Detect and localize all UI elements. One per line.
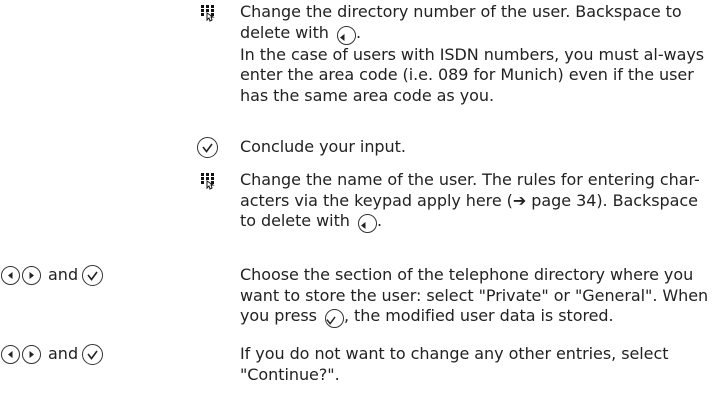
step-text: Change the directory number of the user.…	[240, 2, 710, 106]
check-circle-icon	[324, 309, 344, 328]
arrow-right-circle-icon	[22, 266, 41, 285]
punctuation: .	[355, 22, 361, 42]
step-text-line: Change the directory number of the user.…	[240, 2, 682, 42]
arrow-left-circle-icon	[1, 345, 20, 364]
keypad-icon	[201, 173, 215, 190]
step-text: Change the name of the user. The rules f…	[240, 170, 710, 233]
step-text-line: If you do not want to change any other e…	[240, 344, 669, 384]
step-icons: and	[0, 265, 215, 289]
and-label: and	[48, 265, 79, 284]
arrow-right-circle-icon	[22, 345, 41, 364]
keypad-icon	[201, 5, 215, 22]
check-circle-icon	[197, 137, 218, 158]
step-icons	[0, 170, 215, 194]
arrow-left-circle-icon	[1, 266, 20, 285]
step-icons	[0, 137, 218, 161]
step-text-tail: , the modified user data is stored.	[343, 306, 614, 325]
punctuation: .	[376, 211, 382, 230]
arrow-left-circle-icon	[336, 25, 356, 45]
step-text: If you do not want to change any other e…	[240, 344, 710, 385]
arrow-left-circle-icon	[357, 214, 377, 233]
step-text-line: Conclude your input.	[240, 137, 406, 156]
step-icons	[0, 2, 215, 26]
and-label: and	[48, 344, 79, 363]
step-note: In the case of users with ISDN numbers, …	[240, 44, 705, 105]
check-circle-icon	[82, 265, 103, 286]
check-circle-icon	[82, 344, 103, 365]
step-text: Conclude your input.	[240, 137, 710, 158]
step-text-line: Change the name of the user. The rules f…	[240, 170, 700, 230]
step-icons: and	[0, 344, 215, 368]
step-text: Choose the section of the telephone dire…	[240, 265, 710, 328]
